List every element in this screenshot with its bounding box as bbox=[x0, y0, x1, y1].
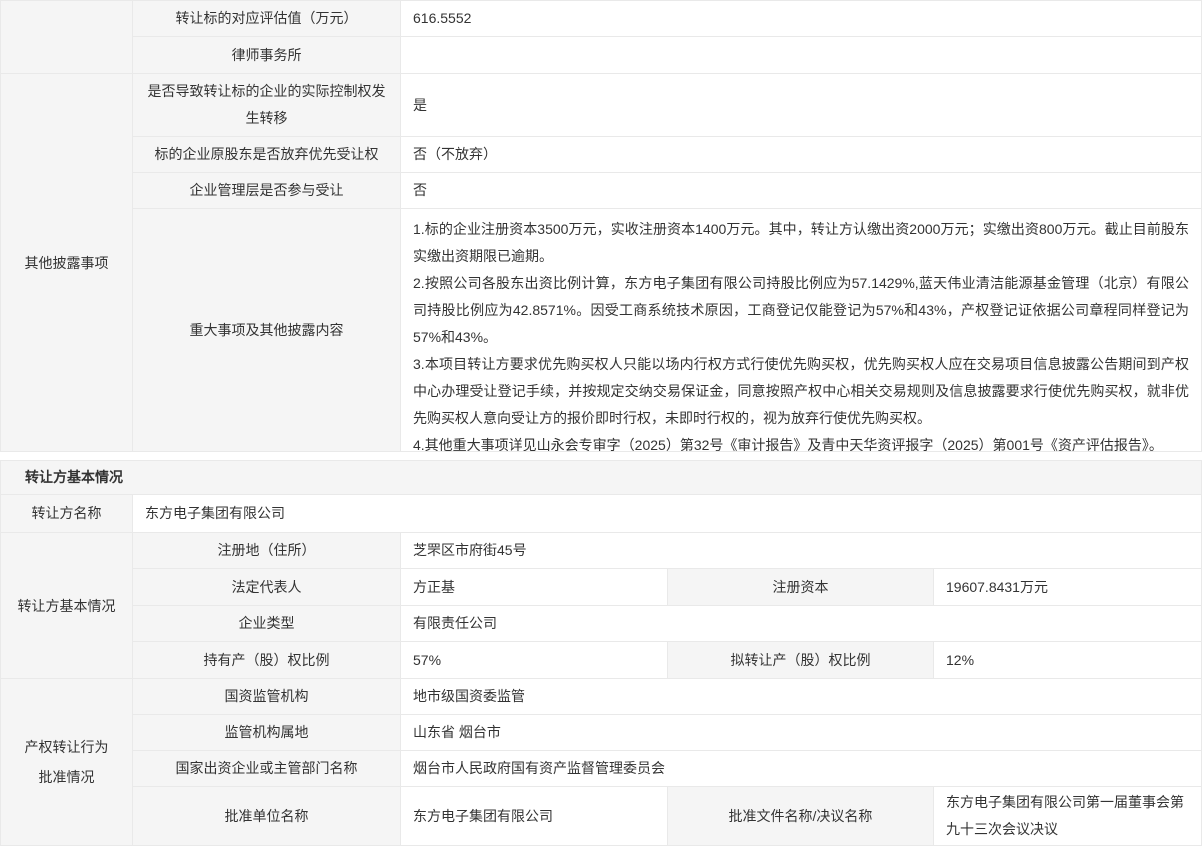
transferor-table: 转让方名称 东方电子集团有限公司 转让方基本情况 注册地（住所） 芝罘区市府街4… bbox=[0, 495, 1202, 846]
transferor-name-row: 转让方名称 东方电子集团有限公司 bbox=[1, 495, 1201, 533]
major-items-text: 1.标的企业注册资本3500万元，实收注册资本1400万元。其中，转让方认缴出资… bbox=[401, 209, 1201, 451]
field-label: 企业管理层是否参与受让 bbox=[133, 173, 401, 208]
table-row: 监管机构属地 山东省 烟台市 bbox=[133, 715, 1201, 751]
table-row: 企业管理层是否参与受让 否 bbox=[133, 173, 1201, 209]
paragraph: 1.标的企业注册资本3500万元，实收注册资本1400万元。其中，转让方认缴出资… bbox=[413, 216, 1189, 270]
field-label: 批准单位名称 bbox=[133, 787, 401, 845]
field-label: 律师事务所 bbox=[133, 37, 401, 73]
paragraph: 4.其他重大事项详见山永会专审字（2025）第32号《审计报告》及青中天华资评报… bbox=[413, 432, 1189, 451]
approval-group-row: 产权转让行为批准情况 国资监管机构 地市级国资委监管 监管机构属地 山东省 烟台… bbox=[1, 679, 1201, 845]
table-row: 转让标的对应评估值（万元） 616.5552 bbox=[133, 1, 1201, 37]
group-label-transferor-basic: 转让方基本情况 bbox=[1, 533, 133, 678]
table-row: 国家出资企业或主管部门名称 烟台市人民政府国有资产监督管理委员会 bbox=[133, 751, 1201, 787]
group-label-other-disclosure: 其他披露事项 bbox=[1, 74, 133, 451]
field-value: 方正基 bbox=[401, 569, 668, 605]
field-value: 否（不放弃） bbox=[401, 137, 1201, 172]
approval-doc-name-text: 东方电子集团有限公司第一届董事会第九十三次会议决议 bbox=[946, 789, 1189, 843]
table-row: 国资监管机构 地市级国资委监管 bbox=[133, 679, 1201, 715]
misc-group-cell-empty bbox=[1, 1, 133, 73]
field-label: 国资监管机构 bbox=[133, 679, 401, 714]
field-value: 东方电子集团有限公司 bbox=[133, 495, 1201, 532]
field-label: 是否导致转让标的企业的实际控制权发生转移 bbox=[133, 74, 401, 136]
table-row: 律师事务所 bbox=[133, 37, 1201, 73]
field-label: 重大事项及其他披露内容 bbox=[133, 209, 401, 451]
table-row: 批准单位名称 东方电子集团有限公司 批准文件名称/决议名称 东方电子集团有限公司… bbox=[133, 787, 1201, 845]
field-value: 是 bbox=[401, 74, 1201, 136]
paragraph: 2.按照公司各股东出资比例计算，东方电子集团有限公司持股比例应为57.1429%… bbox=[413, 270, 1189, 351]
table-row-major-items: 重大事项及其他披露内容 1.标的企业注册资本3500万元，实收注册资本1400万… bbox=[133, 209, 1201, 451]
transferor-basic-group-row: 转让方基本情况 注册地（住所） 芝罘区市府街45号 法定代表人 方正基 注册资本… bbox=[1, 533, 1201, 679]
table-row: 企业类型 有限责任公司 bbox=[133, 606, 1201, 642]
field-label: 企业类型 bbox=[133, 606, 401, 641]
field-value: 东方电子集团有限公司 bbox=[401, 787, 668, 845]
table-row: 法定代表人 方正基 注册资本 19607.8431万元 bbox=[133, 569, 1201, 606]
table-row: 标的企业原股东是否放弃优先受让权 否（不放弃） bbox=[133, 137, 1201, 173]
field-value: 芝罘区市府街45号 bbox=[401, 533, 1201, 568]
field-value bbox=[401, 37, 1201, 73]
group-label-approval-text: 产权转让行为批准情况 bbox=[23, 732, 111, 792]
field-label: 转让标的对应评估值（万元） bbox=[133, 1, 401, 36]
field-label: 标的企业原股东是否放弃优先受让权 bbox=[133, 137, 401, 172]
field-value: 57% bbox=[401, 642, 668, 678]
disclosure-table: 转让标的对应评估值（万元） 616.5552 律师事务所 其他披露事项 是否导致… bbox=[0, 0, 1202, 452]
field-value: 地市级国资委监管 bbox=[401, 679, 1201, 714]
table-row: 转让方名称 东方电子集团有限公司 bbox=[1, 495, 1201, 532]
field-label: 法定代表人 bbox=[133, 569, 401, 605]
field-label: 批准文件名称/决议名称 bbox=[668, 787, 934, 845]
field-value: 12% bbox=[934, 642, 1201, 678]
field-value: 616.5552 bbox=[401, 1, 1201, 36]
table-row: 持有产（股）权比例 57% 拟转让产（股）权比例 12% bbox=[133, 642, 1201, 678]
field-label: 监管机构属地 bbox=[133, 715, 401, 750]
field-value: 东方电子集团有限公司第一届董事会第九十三次会议决议 bbox=[934, 787, 1201, 845]
group-label-approval: 产权转让行为批准情况 bbox=[1, 679, 133, 845]
field-label: 注册地（住所） bbox=[133, 533, 401, 568]
field-value: 有限责任公司 bbox=[401, 606, 1201, 641]
field-label: 注册资本 bbox=[668, 569, 934, 605]
table-row: 是否导致转让标的企业的实际控制权发生转移 是 bbox=[133, 74, 1201, 137]
field-value: 烟台市人民政府国有资产监督管理委员会 bbox=[401, 751, 1201, 786]
field-value: 否 bbox=[401, 173, 1201, 208]
section-gap bbox=[0, 452, 1202, 460]
field-value: 山东省 烟台市 bbox=[401, 715, 1201, 750]
misc-group-row: 转让标的对应评估值（万元） 616.5552 律师事务所 bbox=[1, 1, 1201, 74]
field-label: 拟转让产（股）权比例 bbox=[668, 642, 934, 678]
field-value: 19607.8431万元 bbox=[934, 569, 1201, 605]
paragraph: 3.本项目转让方要求优先购买权人只能以场内行权方式行使优先购买权，优先购买权人应… bbox=[413, 351, 1189, 432]
other-disclosure-group-row: 其他披露事项 是否导致转让标的企业的实际控制权发生转移 是 标的企业原股东是否放… bbox=[1, 74, 1201, 451]
table-row: 注册地（住所） 芝罘区市府街45号 bbox=[133, 533, 1201, 569]
field-label: 国家出资企业或主管部门名称 bbox=[133, 751, 401, 786]
field-label: 转让方名称 bbox=[1, 495, 133, 532]
section-header-transferor: 转让方基本情况 bbox=[0, 460, 1202, 495]
field-label: 持有产（股）权比例 bbox=[133, 642, 401, 678]
